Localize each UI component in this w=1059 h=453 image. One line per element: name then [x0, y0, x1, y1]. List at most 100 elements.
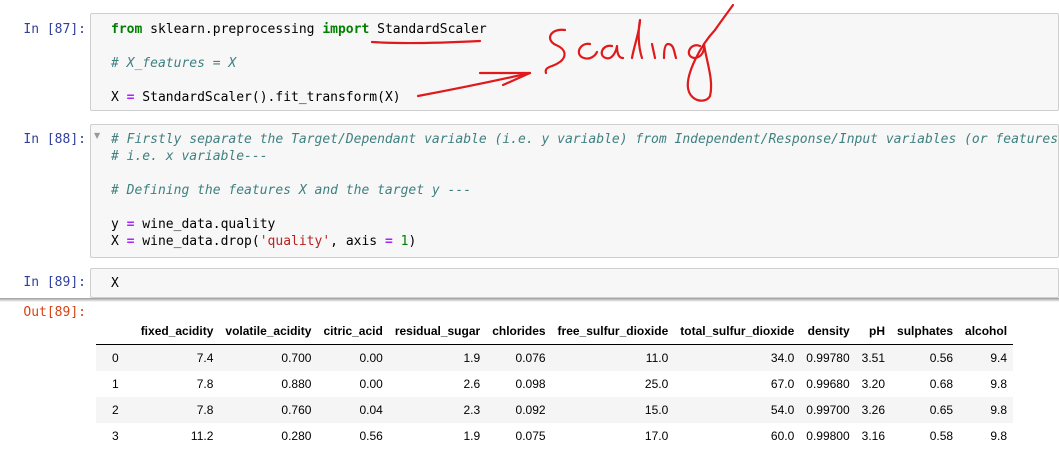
code-editor[interactable]: # Firstly separate the Target/Dependant … [111, 131, 1059, 250]
code-cell-87[interactable]: from sklearn.preprocessing import Standa… [90, 13, 1059, 111]
table-cell: 11.0 [645, 351, 669, 365]
table-cell: 34.0 [770, 351, 795, 365]
column-header: fixed_acidity [134, 318, 220, 345]
table-cell: 0.880 [281, 377, 312, 391]
output-prompt-89: Out[89]: [23, 305, 86, 320]
code-token: , axis [330, 234, 385, 249]
table-row: 3 11.2 0.280 0.56 1.9 0.075 17.0 60.0 0.99800 3.1… [96, 423, 1013, 449]
table-cell: 9.8 [990, 377, 1008, 391]
code-line[interactable]: # Defining the features X and the target… [111, 182, 1058, 199]
table-cell: 0.700 [281, 351, 312, 365]
code-token: y [111, 217, 127, 232]
table-cell: 17.0 [644, 429, 669, 443]
code-editor[interactable]: from sklearn.preprocessing import Standa… [111, 21, 1058, 106]
row-index: 3 [112, 429, 119, 443]
code-line[interactable]: # X_features = X [111, 55, 1058, 72]
row-index: 2 [112, 403, 119, 417]
table-cell: 0.098 [515, 377, 546, 391]
code-line[interactable] [111, 38, 1058, 55]
table-cell: 2.6 [463, 377, 481, 391]
table-cell: 0.56 [929, 351, 954, 365]
table-cell: 3.20 [861, 377, 886, 391]
table-cell: 60.0 [770, 429, 795, 443]
cell-prompt-88: In [88]: [23, 132, 86, 147]
table-cell: 9.8 [990, 429, 1008, 443]
code-line[interactable]: # i.e. x variable--- [111, 148, 1058, 165]
table-cell: 7.8 [196, 403, 214, 417]
table-cell: 25.0 [644, 377, 669, 391]
table-cell: 0.092 [515, 403, 546, 417]
row-index: 0 [112, 351, 119, 365]
code-token: wine_data.drop( [134, 234, 260, 249]
table-cell: 67.0 [770, 377, 795, 391]
column-header: density [800, 318, 856, 345]
table-cell: 0.280 [281, 429, 312, 443]
table-cell: 0.99800 [806, 429, 850, 443]
table-cell: 11.2 [190, 429, 214, 443]
code-cell-89[interactable]: X [90, 268, 1059, 298]
column-header: pH [855, 318, 892, 345]
table-cell: 1.9 [463, 351, 481, 365]
table-cell: 0.68 [929, 377, 954, 391]
cell-prompt-87: In [87]: [23, 22, 86, 37]
code-token: X [111, 90, 127, 105]
code-token: X [111, 234, 127, 249]
code-line[interactable]: X [111, 275, 1058, 292]
table-cell: 0.00 [359, 377, 383, 391]
code-line[interactable]: y = wine_data.quality [111, 216, 1058, 233]
code-token: StandardScaler [369, 22, 487, 37]
column-header: citric_acid [317, 318, 389, 345]
table-cell: 0.99780 [806, 351, 850, 365]
code-token: # X_features = X [111, 56, 237, 71]
table-cell: 54.0 [770, 403, 795, 417]
column-header: alcohol [959, 318, 1014, 345]
table-row: 2 7.8 0.760 0.04 2.3 0.092 15.0 54.0 0.99700 3.26… [96, 397, 1014, 423]
table-cell: 0.00 [359, 351, 383, 365]
table-cell: 3.26 [861, 403, 886, 417]
dataframe-table: fixed_acidity volatile_acidity citric_acid… [96, 318, 1014, 449]
code-line[interactable] [111, 72, 1058, 89]
column-header: free_sulfur_dioxide [551, 318, 675, 345]
table-row: 0 7.4 0.700 0.00 1.9 0.076 11.0 34.0 0.99780 3.51… [96, 344, 1014, 371]
dataframe-output: fixed_acidity volatile_acidity citric_acid… [96, 318, 1014, 449]
code-editor[interactable]: X [111, 275, 1058, 292]
code-line[interactable] [111, 199, 1058, 216]
code-token: # Defining the features X and the target… [111, 183, 472, 198]
table-cell: 15.0 [644, 403, 669, 417]
code-token: # i.e. x variable--- [111, 149, 268, 164]
column-header: volatile_acidity [219, 318, 318, 345]
code-token: StandardScaler().fit_transform(X) [134, 90, 401, 105]
column-header: residual_sugar [388, 318, 487, 345]
code-cell-88[interactable]: ▼ # Firstly separate the Target/Dependan… [90, 124, 1059, 258]
table-cell: 7.4 [196, 351, 214, 365]
code-token: sklearn.preprocessing [142, 22, 323, 37]
table-cell: 0.076 [515, 351, 546, 365]
output-scroll-shadow [0, 298, 1059, 302]
code-token: X [111, 276, 119, 291]
table-cell: 0.58 [929, 429, 954, 443]
table-cell: 1.9 [463, 429, 481, 443]
collapse-arrow-icon[interactable]: ▼ [94, 131, 100, 140]
table-cell: 0.075 [515, 429, 546, 443]
code-token: ) [408, 234, 417, 249]
code-line[interactable]: X = wine_data.drop('quality', axis = 1) [111, 233, 1058, 250]
table-cell: 3.51 [861, 351, 886, 365]
code-line[interactable]: from sklearn.preprocessing import Standa… [111, 21, 1058, 38]
table-cell: 3.16 [861, 429, 886, 443]
column-header: chlorides [486, 318, 552, 345]
code-token: from [111, 22, 143, 37]
index-header [96, 318, 135, 345]
table-cell: 0.760 [281, 403, 312, 417]
code-token: wine_data.quality [134, 217, 276, 232]
code-token: = [384, 234, 393, 249]
table-cell: 0.99680 [806, 377, 850, 391]
row-index: 1 [112, 377, 119, 391]
table-cell: 2.3 [463, 403, 481, 417]
dataframe-header-row: fixed_acidity volatile_acidity citric_acid… [96, 318, 1014, 345]
code-line[interactable]: # Firstly separate the Target/Dependant … [111, 131, 1059, 148]
table-cell: 9.4 [990, 351, 1008, 365]
code-line[interactable] [111, 165, 1058, 182]
table-cell: 0.04 [359, 403, 383, 417]
table-cell: 0.99700 [806, 403, 850, 417]
code-line[interactable]: X = StandardScaler().fit_transform(X) [111, 89, 1058, 106]
